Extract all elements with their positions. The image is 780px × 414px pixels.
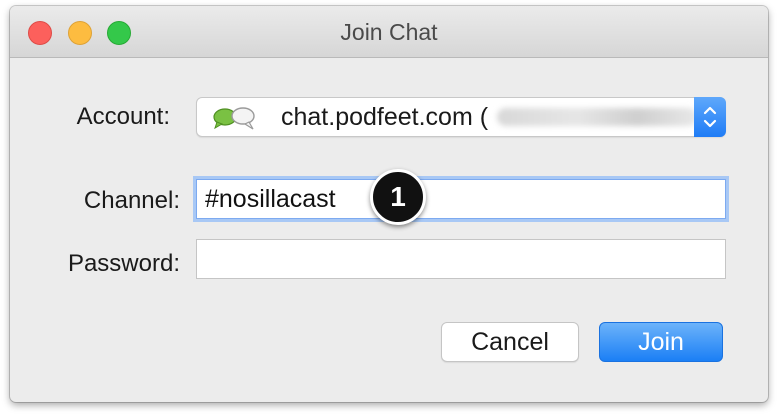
password-label: Password: (67, 250, 180, 277)
redacted-account-detail (497, 108, 697, 126)
password-field[interactable] (196, 239, 726, 279)
join-chat-window: Join Chat Account: chat.podfeet.com ( Ch… (10, 6, 768, 402)
account-value: chat.podfeet.com ( (281, 103, 489, 131)
account-popup-stepper[interactable] (694, 97, 726, 137)
title-bar: Join Chat (10, 6, 768, 58)
channel-field[interactable]: #nosillacast (196, 179, 726, 219)
channel-label: Channel: (83, 187, 180, 214)
cancel-button[interactable]: Cancel (441, 322, 579, 362)
step-number-badge: 1 (370, 169, 426, 225)
account-label: Account: (76, 103, 170, 130)
account-popup[interactable]: chat.podfeet.com ( (196, 97, 726, 137)
up-down-chevron-icon (703, 106, 717, 128)
join-button[interactable]: Join (599, 322, 723, 362)
channel-value: #nosillacast (205, 185, 336, 213)
chat-bubbles-icon (213, 107, 255, 130)
window-title: Join Chat (340, 19, 438, 45)
